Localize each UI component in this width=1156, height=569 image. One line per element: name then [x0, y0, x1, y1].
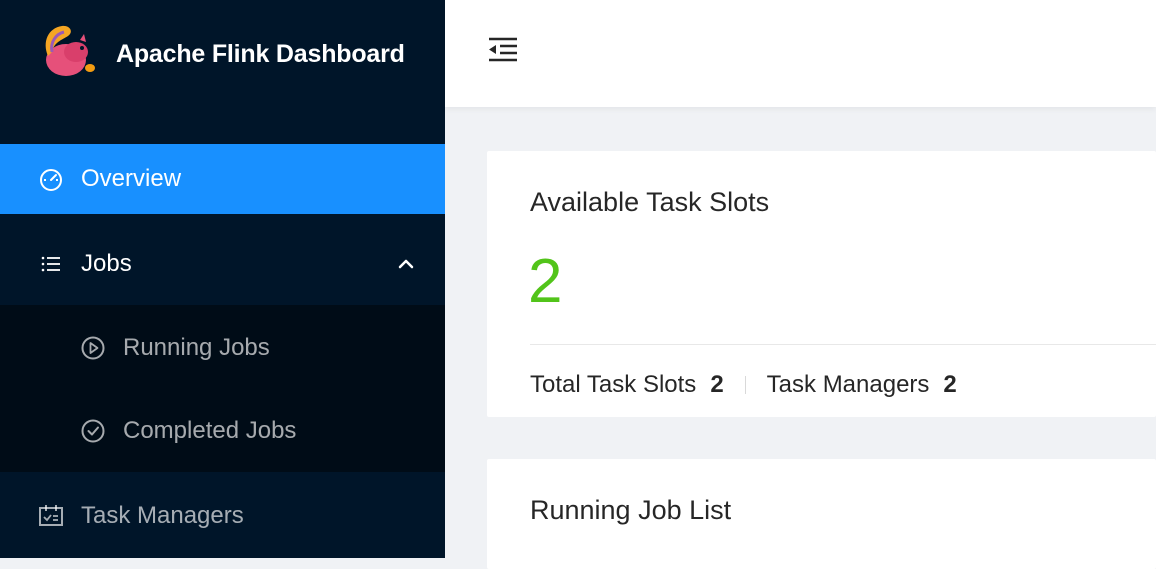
sidebar-item-jobs[interactable]: Jobs — [0, 228, 445, 300]
chevron-up-icon[interactable] — [396, 254, 416, 274]
available-task-slots-card: Available Task Slots 2 Total Task Slots … — [487, 151, 1156, 417]
total-task-slots-label: Total Task Slots — [530, 371, 697, 398]
task-managers-value: 2 — [943, 371, 957, 398]
sidebar-item-label: Completed Jobs — [123, 417, 297, 444]
running-job-list-card: Running Job List — [487, 459, 1156, 569]
menu-fold-icon[interactable] — [487, 34, 519, 66]
sidebar-item-label: Jobs — [81, 250, 132, 277]
sidebar-item-completed-jobs[interactable]: Completed Jobs — [0, 395, 445, 467]
brand[interactable]: Apache Flink Dashboard — [0, 0, 445, 112]
flink-squirrel-logo — [45, 25, 95, 76]
sidebar-item-label: Task Managers — [81, 502, 244, 529]
sidebar-item-running-jobs[interactable]: Running Jobs — [0, 312, 445, 384]
sidebar-item-label: Running Jobs — [123, 334, 270, 361]
available-slots-value: 2 — [528, 247, 563, 316]
card-title: Running Job List — [530, 495, 732, 525]
total-task-slots-value: 2 — [710, 371, 724, 398]
play-circle-icon — [81, 336, 105, 360]
card-title: Available Task Slots — [530, 187, 770, 217]
sidebar-item-task-managers[interactable]: Task Managers — [0, 480, 445, 552]
dashboard-icon — [40, 169, 62, 191]
divider — [530, 344, 1156, 345]
sidebar: Apache Flink Dashboard Overview Jobs Run… — [0, 0, 445, 558]
task-managers-label: Task Managers — [766, 371, 930, 398]
sidebar-item-overview[interactable]: Overview — [0, 144, 445, 214]
list-icon — [41, 256, 60, 272]
divider — [744, 376, 746, 394]
slots-stats-row: Total Task Slots 2 Task Managers 2 — [530, 371, 957, 399]
check-circle-icon — [81, 419, 105, 443]
top-header — [445, 0, 1156, 107]
app-title: Apache Flink Dashboard — [116, 40, 405, 68]
schedule-icon — [39, 505, 63, 526]
sidebar-item-label: Overview — [81, 165, 182, 192]
